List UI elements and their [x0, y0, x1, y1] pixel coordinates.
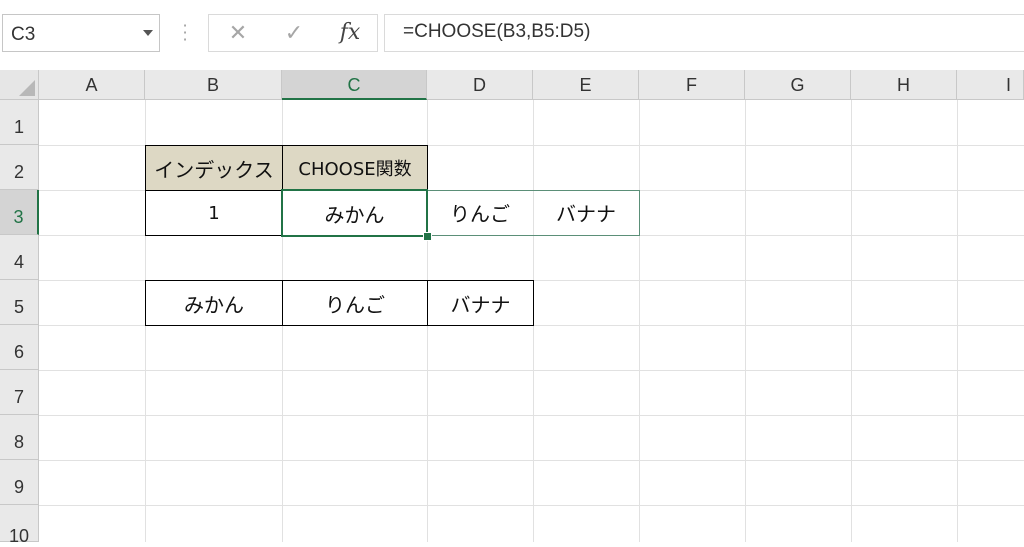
cell-b5[interactable]: みかん [145, 280, 283, 326]
row-header-8[interactable]: 8 [0, 415, 39, 460]
grid-line [39, 460, 1024, 461]
grid-line [39, 370, 1024, 371]
row-header-4[interactable]: 4 [0, 235, 39, 280]
name-box[interactable]: C3 [2, 14, 160, 52]
column-header-e[interactable]: E [533, 70, 639, 100]
enter-check-icon[interactable]: ✓ [279, 21, 309, 47]
row-header-9[interactable]: 9 [0, 460, 39, 505]
column-header-g[interactable]: G [745, 70, 851, 100]
row-number: 6 [13, 342, 24, 362]
cell-c2[interactable]: CHOOSE関数 [282, 145, 428, 191]
more-options-icon[interactable]: · · · [179, 18, 191, 48]
cancel-icon[interactable]: ✕ [223, 21, 253, 47]
cell-d5[interactable]: バナナ [427, 280, 534, 326]
select-all-corner[interactable] [0, 70, 39, 100]
grid-line [851, 100, 852, 542]
row-number: 3 [13, 207, 24, 227]
row-number: 4 [13, 252, 24, 272]
row-number: 5 [13, 297, 24, 317]
cell-c5[interactable]: りんご [282, 280, 428, 326]
chevron-down-icon[interactable] [143, 30, 153, 36]
cell-c3[interactable]: みかん [281, 189, 428, 237]
row-header-7[interactable]: 7 [0, 370, 39, 415]
row-number: 2 [13, 162, 24, 182]
column-header-d[interactable]: D [427, 70, 533, 100]
cell-e3[interactable]: バナナ [533, 190, 639, 235]
row-header-3[interactable]: 3 [0, 190, 39, 235]
formula-text: =CHOOSE(B3,B5:D5) [403, 21, 591, 42]
grid-line [745, 100, 746, 542]
grid-line [639, 100, 640, 542]
row-header-6[interactable]: 6 [0, 325, 39, 370]
row-header-5[interactable]: 5 [0, 280, 39, 325]
column-header-a[interactable]: A [39, 70, 145, 100]
fill-handle[interactable] [423, 232, 432, 241]
row-number: 10 [8, 526, 30, 546]
row-number: 1 [13, 117, 24, 137]
column-header-c[interactable]: C [282, 70, 427, 100]
formula-input[interactable]: =CHOOSE(B3,B5:D5) [384, 14, 1024, 52]
row-number: 8 [13, 432, 24, 452]
row-number: 9 [13, 477, 24, 497]
formula-buttons: ✕ ✓ fx [208, 14, 378, 52]
grid-line [957, 100, 958, 542]
row-number: 7 [13, 387, 24, 407]
cell-b3[interactable]: 1 [145, 190, 283, 236]
grid-line [39, 415, 1024, 416]
row-header-10[interactable]: 10 [0, 505, 39, 546]
cell-d3[interactable]: りんご [427, 190, 533, 235]
row-header-1[interactable]: 1 [0, 100, 39, 145]
row-header-2[interactable]: 2 [0, 145, 39, 190]
spreadsheet-grid[interactable]: A B C D E F G H I 1 2 3 4 5 6 7 8 9 10 イ… [0, 70, 1024, 546]
grid-line [39, 505, 1024, 506]
column-header-b[interactable]: B [145, 70, 282, 100]
name-box-value: C3 [11, 24, 36, 45]
select-all-icon [19, 80, 35, 96]
insert-function-icon[interactable]: fx [335, 19, 365, 47]
column-header-h[interactable]: H [851, 70, 957, 100]
cell-b2[interactable]: インデックス [145, 145, 283, 191]
column-header-f[interactable]: F [639, 70, 745, 100]
column-header-i[interactable]: I [957, 70, 1024, 100]
formula-bar-area: C3 · · · ✕ ✓ fx =CHOOSE(B3,B5:D5) [0, 0, 1024, 71]
